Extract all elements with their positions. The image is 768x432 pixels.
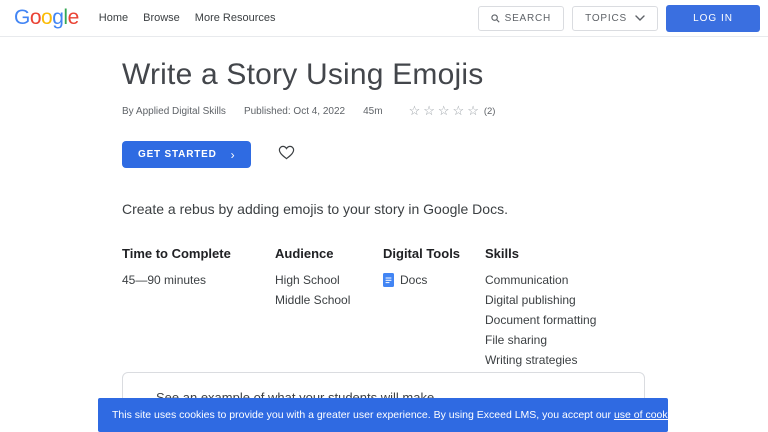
main-nav: Home Browse More Resources [99,8,276,28]
star-rating[interactable]: ☆☆☆☆☆ (2) [409,103,496,119]
header-actions: SEARCH TOPICS LOG IN [477,4,760,32]
meta-col-digital-tools: Digital Tools Docs [383,246,460,290]
nav-link-browse[interactable]: Browse [143,8,180,28]
docs-icon [383,273,394,287]
lesson-description: Create a rebus by adding emojis to your … [122,201,508,217]
meta-heading: Time to Complete [122,246,231,261]
topics-dropdown[interactable]: TOPICS [572,5,659,31]
cookie-banner: This site uses cookies to provide you wi… [98,398,699,432]
tool-docs: Docs [383,270,460,290]
page-title: Write a Story Using Emojis [122,58,484,91]
nav-link-more-resources[interactable]: More Resources [195,8,276,28]
heart-icon [278,145,295,165]
meta-item: High School [275,273,340,287]
logo-letter: g [52,6,64,29]
byline-author: By Applied Digital Skills [122,105,226,117]
meta-heading: Digital Tools [383,246,461,261]
skill-item: Document formatting [485,313,597,327]
log-in-button[interactable]: LOG IN [666,4,760,32]
logo-letter: e [67,6,80,29]
rating-count: (2) [483,105,496,117]
logo-letter: o [29,6,42,29]
tool-label: Docs [400,273,428,287]
byline-duration: 45m [363,105,383,117]
meta-col-audience: Audience High School Middle School [275,246,350,310]
chevron-down-icon [635,15,645,21]
meta-item: Middle School [275,293,351,307]
close-icon[interactable] [684,406,703,425]
byline-published-date: Published: Oct 4, 2022 [243,105,346,117]
skill-item: File sharing [485,333,548,347]
skill-item: Digital publishing [485,293,576,307]
logo-letter: o [41,6,53,29]
cookie-message: This site uses cookies to provide you wi… [112,409,684,421]
google-logo[interactable]: Google [14,6,79,30]
lesson-meta: Time to Complete 45—90 minutes Audience … [122,246,645,367]
cta-row: GET STARTED › [122,141,645,168]
meta-item: 45—90 minutes [122,273,207,287]
logo-letter: G [14,6,30,29]
get-started-button[interactable]: GET STARTED › [122,141,252,168]
meta-col-skills: Skills Communication Digital publishing … [485,246,596,370]
use-of-cookies-link[interactable]: use of cookies. [614,409,684,421]
nav-link-home[interactable]: Home [99,8,128,28]
skill-item: Communication [485,273,569,287]
search-icon [490,13,500,23]
favorite-button[interactable] [278,145,295,165]
meta-col-time: Time to Complete 45—90 minutes [122,246,231,290]
page: Google Home Browse More Resources SEARCH… [0,0,768,432]
skill-item: Writing strategies [485,353,578,367]
get-started-label: GET STARTED [138,149,217,160]
top-nav-bar: Google Home Browse More Resources SEARCH… [0,0,768,37]
search-button[interactable]: SEARCH [477,5,565,31]
byline: By Applied Digital Skills Published: Oct… [122,103,645,119]
search-button-label: SEARCH [504,12,552,24]
meta-heading: Audience [275,246,334,261]
arrow-right-icon: › [230,147,236,162]
cookie-message-text: This site uses cookies to provide you wi… [112,409,614,421]
star-icons: ☆☆☆☆☆ [408,103,482,118]
topics-dropdown-label: TOPICS [585,12,627,24]
lesson-content: Write a Story Using Emojis By Applied Di… [122,37,645,367]
meta-heading: Skills [485,246,519,261]
